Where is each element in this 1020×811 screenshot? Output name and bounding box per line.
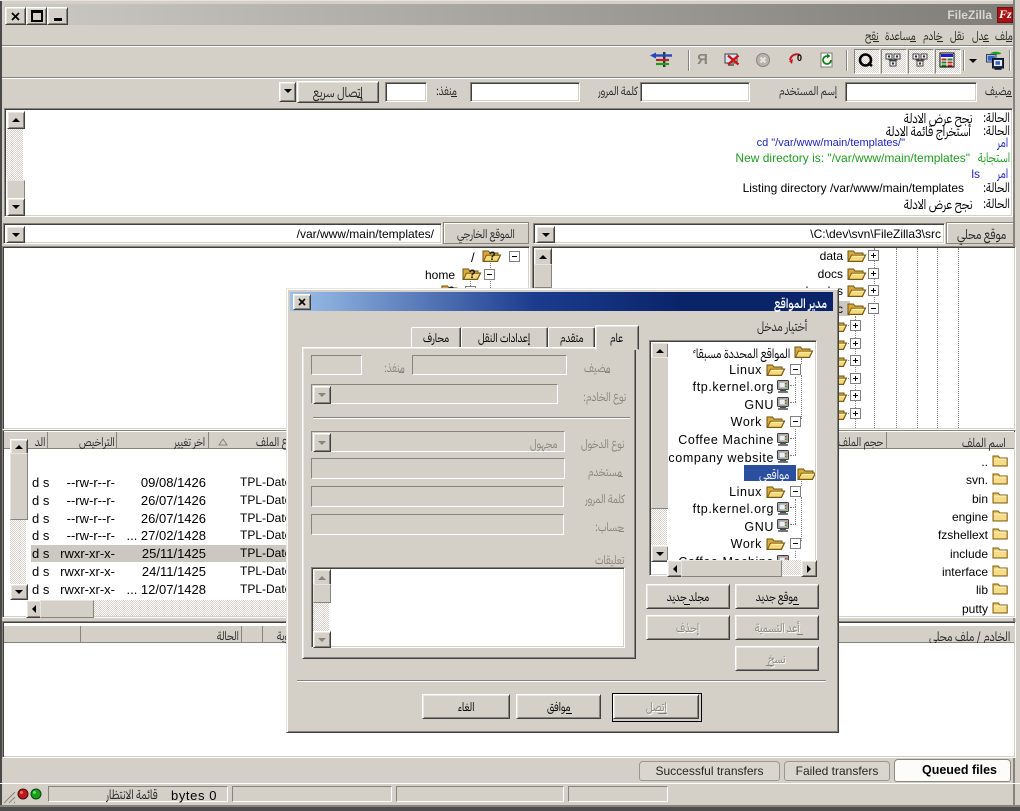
svg-text:0: 0 [797, 53, 802, 63]
